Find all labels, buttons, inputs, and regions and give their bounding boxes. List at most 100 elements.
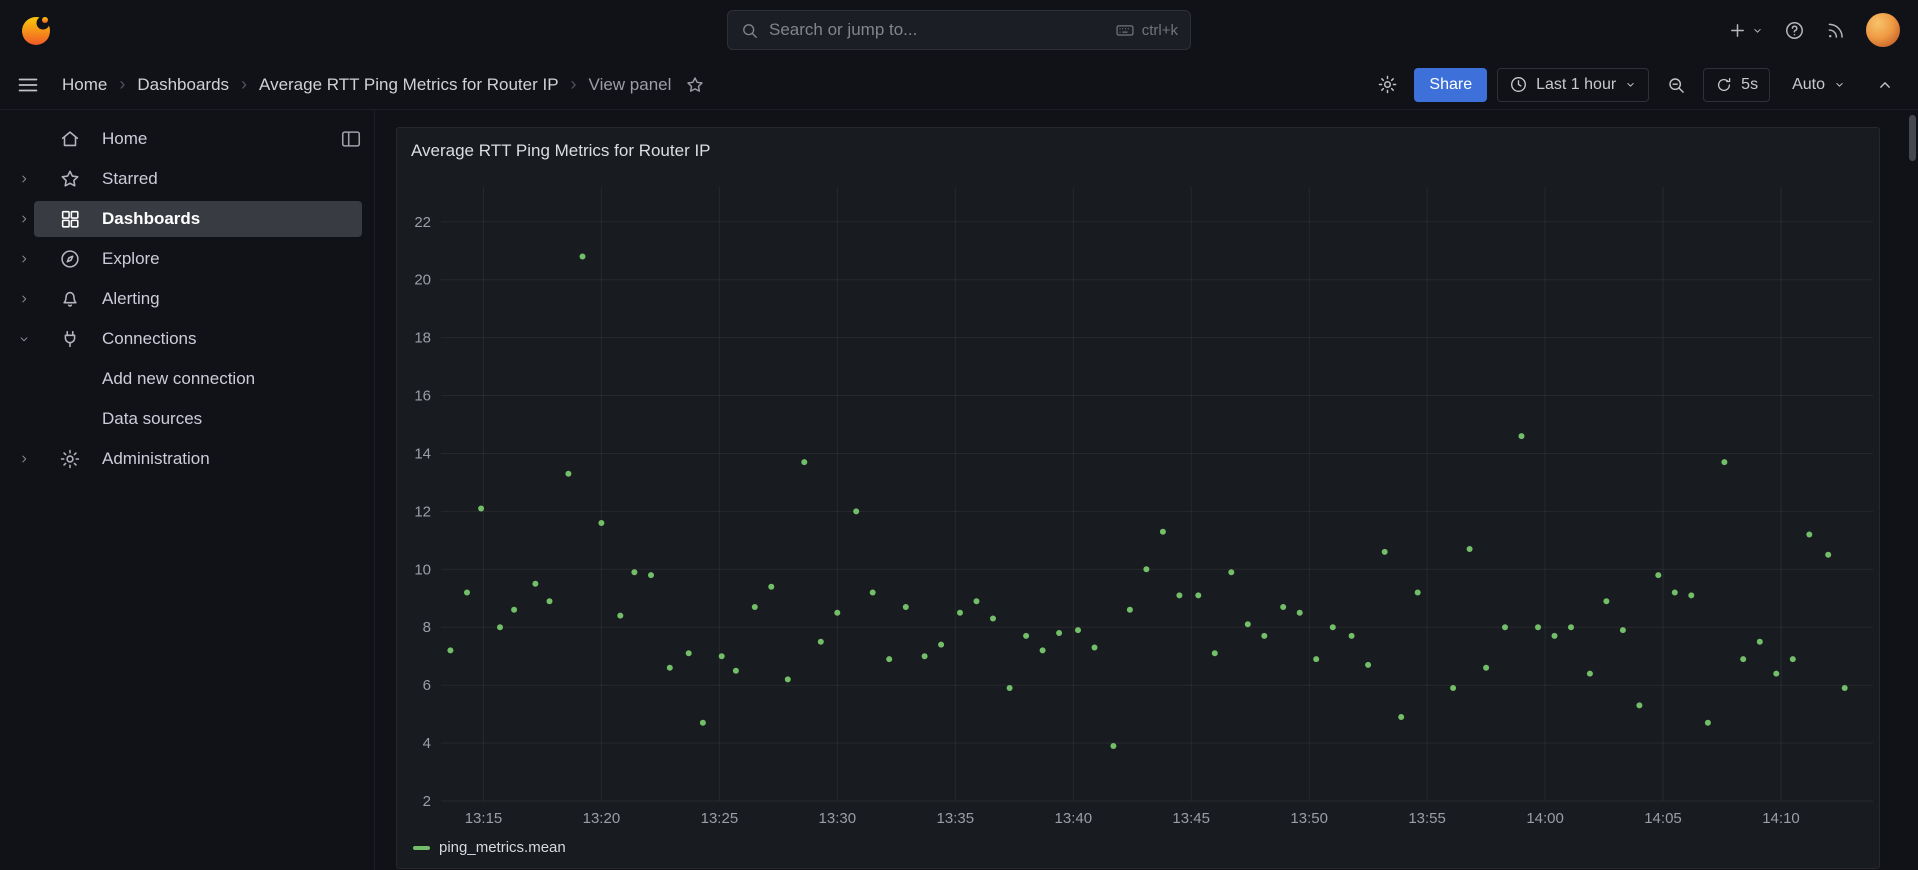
dashboard-toolbar: Home › Dashboards › Average RTT Ping Met…: [0, 60, 1918, 110]
search-shortcut-label: ctrl+k: [1141, 21, 1178, 39]
sidebar-item-data-sources[interactable]: Data sources: [0, 399, 374, 439]
sidebar-item-dashboards[interactable]: Dashboards: [0, 199, 374, 239]
svg-text:13:35: 13:35: [937, 810, 975, 827]
svg-text:13:30: 13:30: [819, 810, 857, 827]
gear-icon: [59, 448, 81, 470]
svg-text:10: 10: [414, 561, 431, 578]
dock-menu-icon[interactable]: [340, 128, 362, 150]
dashboard-canvas: 13:15 13:20 13:25 13:30 13:35 13:40 13:45 13:50…: [375, 110, 1918, 870]
breadcrumb-view-panel: View panel: [588, 74, 672, 94]
gear-icon: [1377, 74, 1398, 95]
svg-text:18: 18: [414, 330, 431, 347]
auto-refresh-dropdown[interactable]: Auto: [1780, 68, 1858, 102]
collapse-toolbar-button[interactable]: [1868, 68, 1902, 102]
sidebar-item-label: Dashboards: [102, 209, 201, 228]
search-input[interactable]: Search or jump to... ctrl+k: [727, 10, 1191, 50]
auto-label: Auto: [1792, 75, 1825, 93]
svg-text:13:45: 13:45: [1172, 810, 1210, 827]
sidebar-item-label: Add new connection: [102, 369, 256, 388]
svg-text:13:55: 13:55: [1408, 810, 1446, 827]
sidebar-item-alerting[interactable]: Alerting: [0, 279, 374, 319]
home-icon: [59, 128, 81, 150]
sidebar-item-home[interactable]: Home: [0, 119, 374, 159]
plug-icon: [59, 328, 81, 350]
sidebar-item-connections[interactable]: Connections: [0, 319, 374, 359]
refresh-interval-label: 5s: [1741, 75, 1759, 93]
svg-text:13:20: 13:20: [583, 810, 621, 827]
svg-text:14:00: 14:00: [1526, 810, 1564, 827]
timeseries-panel: 13:15 13:20 13:25 13:30 13:35 13:40 13:45 13:50…: [396, 127, 1880, 869]
dashboard-settings-button[interactable]: [1370, 68, 1404, 102]
breadcrumb-dashboards[interactable]: Dashboards: [137, 75, 229, 95]
zoom-out-icon: [1666, 75, 1686, 95]
svg-text:22: 22: [414, 214, 431, 231]
legend-series-marker: [413, 845, 430, 850]
sidebar-item-label: Data sources: [102, 409, 203, 428]
page-scrollbar[interactable]: [1908, 111, 1917, 870]
help-icon: [1784, 20, 1805, 41]
favorite-star-icon[interactable]: [685, 75, 705, 95]
chevron-up-icon: [1875, 75, 1895, 95]
sidebar-item-explore[interactable]: Explore: [0, 239, 374, 279]
sidebar-item-label: Administration: [102, 449, 210, 468]
chevron-down-icon[interactable]: [14, 332, 34, 346]
top-bar: Search or jump to... ctrl+k: [0, 0, 1918, 60]
refresh-picker[interactable]: 5s: [1703, 67, 1771, 102]
time-range-label: Last 1 hour: [1536, 75, 1617, 93]
plus-icon: [1727, 20, 1748, 41]
chevron-right-icon[interactable]: [14, 212, 34, 226]
clock-icon: [1509, 75, 1528, 94]
svg-text:20: 20: [414, 272, 431, 289]
svg-text:2: 2: [423, 793, 431, 810]
user-avatar[interactable]: [1866, 13, 1900, 47]
svg-text:13:25: 13:25: [701, 810, 739, 827]
sidebar-item-label: Connections: [102, 329, 197, 348]
dashboards-grid-icon: [59, 208, 81, 230]
search-shortcut: ctrl+k: [1115, 20, 1178, 40]
topbar-actions: [1727, 13, 1900, 47]
time-range-picker[interactable]: Last 1 hour: [1497, 67, 1650, 102]
search-placeholder: Search or jump to...: [769, 20, 918, 39]
chevron-right-icon[interactable]: [14, 452, 34, 466]
news-button[interactable]: [1825, 20, 1846, 41]
rss-icon: [1825, 20, 1846, 41]
svg-text:14:10: 14:10: [1762, 810, 1800, 827]
sidebar-item-add-new-connection[interactable]: Add new connection: [0, 359, 374, 399]
chevron-right-icon[interactable]: [14, 252, 34, 266]
zoom-out-time-button[interactable]: [1659, 68, 1693, 102]
chart-legend[interactable]: ping_metrics.mean: [413, 839, 566, 856]
refresh-icon: [1715, 76, 1733, 94]
breadcrumb-dashboard-title[interactable]: Average RTT Ping Metrics for Router IP: [259, 75, 559, 95]
chevron-right-icon[interactable]: [14, 172, 34, 186]
breadcrumb-separator: ›: [570, 74, 577, 94]
svg-text:16: 16: [414, 388, 431, 405]
sidebar-item-label: Starred: [102, 169, 158, 188]
svg-text:14:05: 14:05: [1644, 810, 1682, 827]
toolbar-actions: Share Last 1 hour 5s Auto: [1370, 67, 1902, 102]
sidebar-item-starred[interactable]: Starred: [0, 159, 374, 199]
compass-icon: [59, 248, 81, 270]
help-button[interactable]: [1784, 20, 1805, 41]
star-icon: [59, 168, 81, 190]
mega-menu-toggle[interactable]: [16, 73, 40, 97]
chevron-down-icon: [1833, 78, 1846, 91]
chevron-right-icon[interactable]: [14, 292, 34, 306]
share-button[interactable]: Share: [1414, 67, 1488, 102]
svg-text:14: 14: [414, 446, 431, 463]
sidebar-item-administration[interactable]: Administration: [0, 439, 374, 479]
breadcrumb-home[interactable]: Home: [62, 75, 107, 95]
scrollbar-thumb[interactable]: [1909, 115, 1916, 161]
svg-text:13:40: 13:40: [1055, 810, 1093, 827]
svg-text:8: 8: [423, 619, 431, 636]
svg-text:4: 4: [423, 735, 431, 752]
sidebar-item-label: Home: [102, 129, 148, 148]
keyboard-icon: [1115, 20, 1135, 40]
svg-text:13:50: 13:50: [1290, 810, 1328, 827]
new-menu-button[interactable]: [1727, 20, 1764, 41]
grafana-logo[interactable]: [18, 12, 54, 48]
time-series-chart[interactable]: 13:15 13:20 13:25 13:30 13:35 13:40 13:45 13:50…: [397, 128, 1881, 870]
sidebar-item-label: Explore: [102, 249, 160, 268]
sidebar-item-label: Alerting: [102, 289, 160, 308]
svg-text:12: 12: [414, 503, 431, 520]
chevron-down-icon: [1624, 78, 1637, 91]
